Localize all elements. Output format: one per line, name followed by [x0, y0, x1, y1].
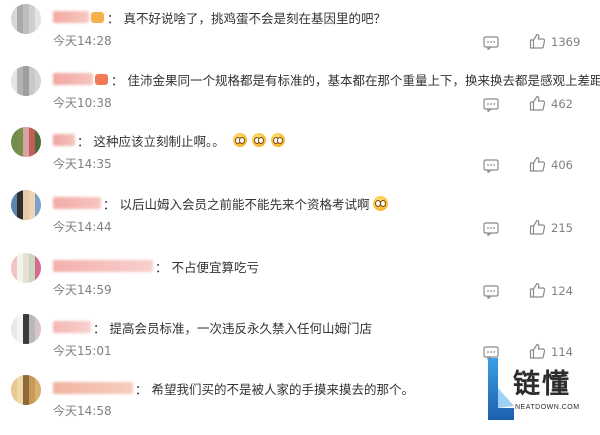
comment-line: ：真不好说啥了，挑鸡蛋不会是刻在基因里的吧？: [53, 7, 386, 27]
logo-subtitle: NEATDOWN.COM: [515, 404, 580, 411]
like-icon[interactable]: [529, 156, 546, 172]
name-separator: ：: [93, 320, 106, 336]
like-icon[interactable]: [529, 95, 546, 111]
name-separator: ：: [111, 72, 124, 88]
reply-icon[interactable]: [483, 221, 499, 237]
like-count: 124: [551, 284, 573, 298]
username-link[interactable]: [53, 321, 91, 333]
name-separator: ：: [107, 10, 120, 26]
avatar[interactable]: [11, 314, 41, 344]
comment-line: ：佳沛金果同一个规格都是有标准的，基本都在那个重量上下，换来换去都是感观上差距: [53, 69, 600, 89]
reply-icon[interactable]: [483, 284, 499, 300]
emoji-icon: [372, 195, 388, 211]
like-count: 1369: [551, 35, 581, 49]
comment-item: ：不占便宜算吃亏今天14:59 124: [0, 253, 600, 313]
username-link[interactable]: [53, 134, 75, 146]
user-badge-icon: [95, 73, 108, 85]
username-link[interactable]: [53, 197, 101, 209]
username-link[interactable]: [53, 260, 153, 272]
comment-item: ：佳沛金果同一个规格都是有标准的，基本都在那个重量上下，换来换去都是感观上差距今…: [0, 66, 600, 126]
like-icon[interactable]: [529, 282, 546, 298]
emoji-icon: [251, 133, 266, 147]
comment-time: 今天14:44: [53, 220, 112, 234]
name-separator: ：: [103, 196, 116, 212]
comment-item: ：以后山姆入会员之前能不能先来个资格考试啊 今天14:44 215: [0, 190, 600, 250]
like-count: 406: [551, 158, 573, 172]
reply-icon[interactable]: [483, 158, 499, 174]
comment-text: 不占便宜算吃亏: [171, 259, 260, 275]
comment-line: ：不占便宜算吃亏: [53, 256, 259, 276]
comment-time: 今天14:35: [53, 157, 112, 171]
like-count: 462: [551, 97, 573, 111]
avatar[interactable]: [11, 66, 41, 96]
like-icon[interactable]: [529, 33, 546, 49]
comment-line: ：提高会员标准，一次违反永久禁入任何山姆门店: [53, 317, 372, 337]
comment-line: ：希望我们买的不是被人家的手摸来摸去的那个。: [53, 378, 414, 398]
logo-title: 链懂: [513, 369, 571, 400]
comment-time: 今天14:59: [53, 283, 112, 297]
username-link[interactable]: [53, 11, 89, 23]
comment-text: 真不好说啥了，挑鸡蛋不会是刻在基因里的吧？: [123, 10, 387, 26]
like-icon[interactable]: [529, 219, 546, 235]
avatar[interactable]: [11, 4, 41, 34]
comment-text: 以后山姆入会员之前能不能先来个资格考试啊: [119, 196, 370, 212]
comment-item: ：真不好说啥了，挑鸡蛋不会是刻在基因里的吧？ 今天14:28 1369: [0, 4, 600, 64]
avatar[interactable]: [11, 190, 41, 220]
avatar[interactable]: [11, 253, 41, 283]
reply-icon[interactable]: [483, 97, 499, 113]
comment-text: 希望我们买的不是被人家的手摸来摸去的那个。: [151, 381, 415, 397]
emoji-icon: [232, 133, 247, 147]
logo-l-mark-icon: [488, 358, 514, 420]
comment-text: 这种应该立刻制止啊。。: [93, 133, 225, 149]
comment-text: 提高会员标准，一次违反永久禁入任何山姆门店: [109, 320, 373, 336]
comment-text: 佳沛金果同一个规格都是有标准的，基本都在那个重量上下，换来换去都是感观上差距: [127, 72, 600, 88]
name-separator: ：: [135, 381, 148, 397]
avatar[interactable]: [11, 127, 41, 157]
emoji-icon: [270, 133, 285, 147]
comment-line: ：这种应该立刻制止啊。。: [53, 130, 285, 150]
avatar[interactable]: [11, 375, 41, 405]
comment-line: ：以后山姆入会员之前能不能先来个资格考试啊: [53, 193, 388, 213]
comment-item: ：这种应该立刻制止啊。。今天14:35 406: [0, 127, 600, 187]
user-badge-icon: [91, 11, 104, 23]
comment-time: 今天15:01: [53, 344, 112, 358]
reply-icon[interactable]: [483, 35, 499, 51]
username-link[interactable]: [53, 73, 93, 85]
comment-time: 今天14:58: [53, 404, 112, 418]
neatdown-logo: 链懂 NEATDOWN.COM: [486, 356, 598, 424]
name-separator: ：: [77, 133, 90, 149]
comment-time: 今天14:28: [53, 34, 112, 48]
name-separator: ：: [155, 259, 168, 275]
username-link[interactable]: [53, 382, 133, 394]
comment-time: 今天10:38: [53, 96, 112, 110]
like-count: 215: [551, 221, 573, 235]
